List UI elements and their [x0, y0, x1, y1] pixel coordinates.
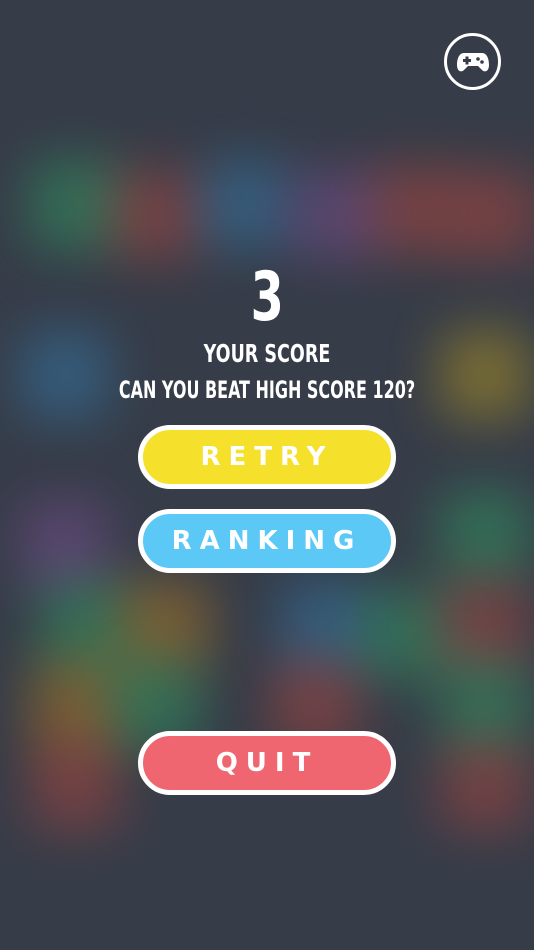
blurred-tile	[40, 580, 130, 670]
blurred-tile	[290, 170, 380, 260]
ranking-button[interactable]: RANKING	[138, 509, 396, 573]
gamepad-button[interactable]	[444, 33, 501, 90]
blurred-tile	[440, 580, 530, 670]
blurred-tile	[370, 165, 460, 255]
blurred-tile	[30, 160, 120, 250]
blurred-tile	[120, 580, 210, 670]
score-panel: 3 YOUR SCORE CAN YOU BEAT HIGH SCORE 120…	[0, 258, 534, 410]
blurred-tile	[440, 660, 530, 750]
blurred-tile	[20, 500, 110, 590]
quit-button[interactable]: QUIT	[138, 731, 396, 795]
blurred-tile	[200, 160, 290, 250]
blurred-tile	[110, 170, 200, 260]
blurred-tile	[30, 740, 120, 830]
score-label: YOUR SCORE	[203, 339, 331, 368]
blurred-tile	[360, 590, 450, 680]
retry-button[interactable]: RETRY	[138, 425, 396, 489]
blurred-tile	[440, 490, 530, 580]
blurred-tile	[280, 580, 370, 670]
blurred-tile	[30, 660, 120, 750]
score-value: 3	[250, 258, 284, 337]
blurred-tile	[450, 170, 534, 260]
high-score-text: CAN YOU BEAT HIGH SCORE 120?	[118, 376, 416, 404]
gamepad-icon	[456, 52, 489, 71]
blurred-tile	[440, 740, 530, 830]
